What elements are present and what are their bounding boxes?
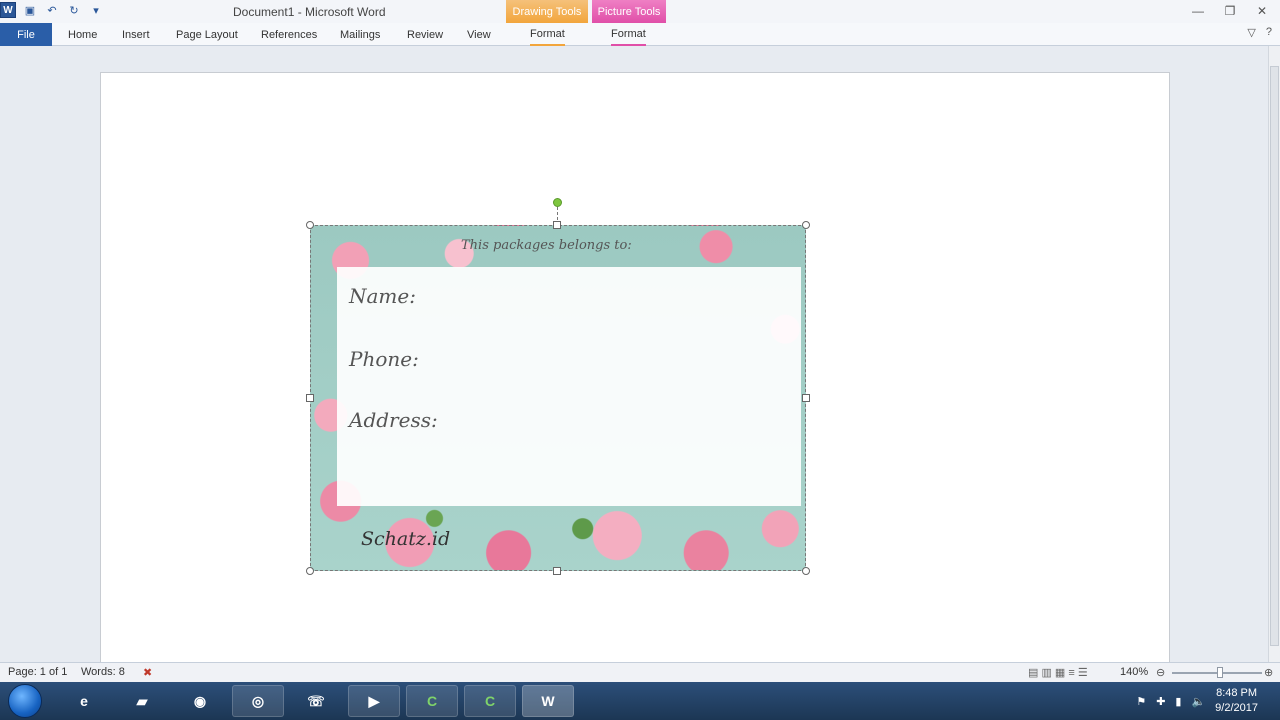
zoom-level[interactable]: 140% bbox=[1120, 666, 1148, 678]
quick-access-toolbar: W ▣ ↶ ↻ ▾ bbox=[0, 2, 104, 18]
label-phone: Phone: bbox=[349, 347, 419, 371]
media-player-icon[interactable]: ▶ bbox=[348, 685, 400, 717]
document-workspace: This packages belongs to: Name: Phone: A… bbox=[0, 46, 1268, 662]
firefox-icon[interactable]: ◉ bbox=[174, 685, 226, 717]
minimize-icon[interactable]: — bbox=[1186, 2, 1210, 20]
undo-icon[interactable]: ↶ bbox=[44, 2, 60, 18]
tab-format-drawing[interactable]: Format bbox=[530, 23, 565, 46]
title-bar: W ▣ ↶ ↻ ▾ Document1 - Microsoft Word Dra… bbox=[0, 0, 1280, 23]
word-taskbar-icon[interactable]: W bbox=[522, 685, 574, 717]
resize-handle-top-right[interactable] bbox=[802, 221, 810, 229]
restore-icon[interactable]: ❐ bbox=[1218, 2, 1242, 20]
label-name: Name: bbox=[349, 284, 416, 308]
zoom-slider-knob[interactable] bbox=[1217, 667, 1223, 678]
minimize-ribbon-icon[interactable]: ▽ bbox=[1247, 26, 1255, 39]
page-count[interactable]: Page: 1 of 1 bbox=[8, 666, 67, 678]
label-address: Address: bbox=[349, 408, 438, 432]
resize-handle-right[interactable] bbox=[802, 394, 810, 402]
zoom-out-icon[interactable]: ⊖ bbox=[1156, 666, 1165, 679]
network-icon[interactable]: ▮ bbox=[1175, 695, 1181, 708]
redo-icon[interactable]: ↻ bbox=[66, 2, 82, 18]
internet-explorer-icon[interactable]: e bbox=[58, 685, 110, 717]
ribbon-tabs: File Home Insert Page Layout References … bbox=[0, 23, 1280, 46]
chrome-icon[interactable]: ◎ bbox=[232, 685, 284, 717]
selected-picture[interactable]: This packages belongs to: Name: Phone: A… bbox=[310, 225, 806, 571]
clock-time: 8:48 PM bbox=[1216, 687, 1258, 699]
label-signature: Schatz.id bbox=[361, 528, 451, 550]
zoom-in-icon[interactable]: ⊕ bbox=[1264, 666, 1273, 679]
volume-icon[interactable]: 🔈 bbox=[1191, 695, 1205, 708]
save-icon[interactable]: ▣ bbox=[22, 2, 38, 18]
drawing-tools-tab: Drawing Tools bbox=[506, 0, 588, 23]
picture-tools-tab: Picture Tools bbox=[592, 0, 666, 23]
status-bar: Page: 1 of 1 Words: 8 ✖ ▤ ▥ ▦ ≡ ☰ 140% ⊖… bbox=[0, 662, 1280, 682]
ribbon-options: ▽ ? bbox=[1247, 26, 1272, 39]
word-count[interactable]: Words: 8 bbox=[81, 666, 125, 678]
resize-handle-top[interactable] bbox=[553, 221, 561, 229]
customize-icon[interactable]: ▾ bbox=[88, 2, 104, 18]
window-title: Document1 - Microsoft Word bbox=[233, 5, 386, 19]
flag-icon[interactable]: ⚑ bbox=[1136, 695, 1146, 708]
tab-insert[interactable]: Insert bbox=[122, 23, 150, 46]
tab-review[interactable]: Review bbox=[407, 23, 443, 46]
window-controls: — ❐ ✕ bbox=[1186, 2, 1274, 20]
phone-icon[interactable]: ☏ bbox=[290, 685, 342, 717]
taskbar: e ▰ ◉ ◎ ☏ ▶ C C W ⚑ ✚ ▮ 🔈 8:48 PM 9/2/20… bbox=[0, 682, 1280, 720]
resize-handle-left[interactable] bbox=[306, 394, 314, 402]
system-tray: ⚑ ✚ ▮ 🔈 8:48 PM 9/2/2017 bbox=[1136, 682, 1280, 720]
close-icon[interactable]: ✕ bbox=[1250, 2, 1274, 20]
security-icon[interactable]: ✚ bbox=[1156, 695, 1165, 708]
tab-format-picture[interactable]: Format bbox=[611, 23, 646, 46]
camtasia-recorder-icon[interactable]: C bbox=[464, 685, 516, 717]
camtasia-icon[interactable]: C bbox=[406, 685, 458, 717]
clock[interactable]: 8:48 PM 9/2/2017 bbox=[1215, 686, 1258, 716]
tab-file[interactable]: File bbox=[0, 23, 52, 46]
file-explorer-icon[interactable]: ▰ bbox=[116, 685, 168, 717]
rotation-handle[interactable] bbox=[553, 198, 562, 207]
help-icon[interactable]: ? bbox=[1266, 26, 1272, 39]
start-button[interactable] bbox=[8, 684, 42, 718]
tab-view[interactable]: View bbox=[467, 23, 491, 46]
label-header: This packages belongs to: bbox=[461, 238, 632, 253]
clock-date: 9/2/2017 bbox=[1215, 702, 1258, 714]
tab-mailings[interactable]: Mailings bbox=[340, 23, 380, 46]
view-buttons[interactable]: ▤ ▥ ▦ ≡ ☰ bbox=[1028, 666, 1088, 679]
word-icon[interactable]: W bbox=[0, 2, 16, 18]
scrollbar-thumb[interactable] bbox=[1270, 66, 1279, 646]
resize-handle-bottom-left[interactable] bbox=[306, 567, 314, 575]
resize-handle-bottom[interactable] bbox=[553, 567, 561, 575]
resize-handle-top-left[interactable] bbox=[306, 221, 314, 229]
vertical-scrollbar[interactable] bbox=[1268, 46, 1280, 662]
tab-page-layout[interactable]: Page Layout bbox=[176, 23, 238, 46]
resize-handle-bottom-right[interactable] bbox=[802, 567, 810, 575]
proofing-icon[interactable]: ✖ bbox=[143, 666, 152, 679]
tab-home[interactable]: Home bbox=[68, 23, 97, 46]
tab-references[interactable]: References bbox=[261, 23, 317, 46]
